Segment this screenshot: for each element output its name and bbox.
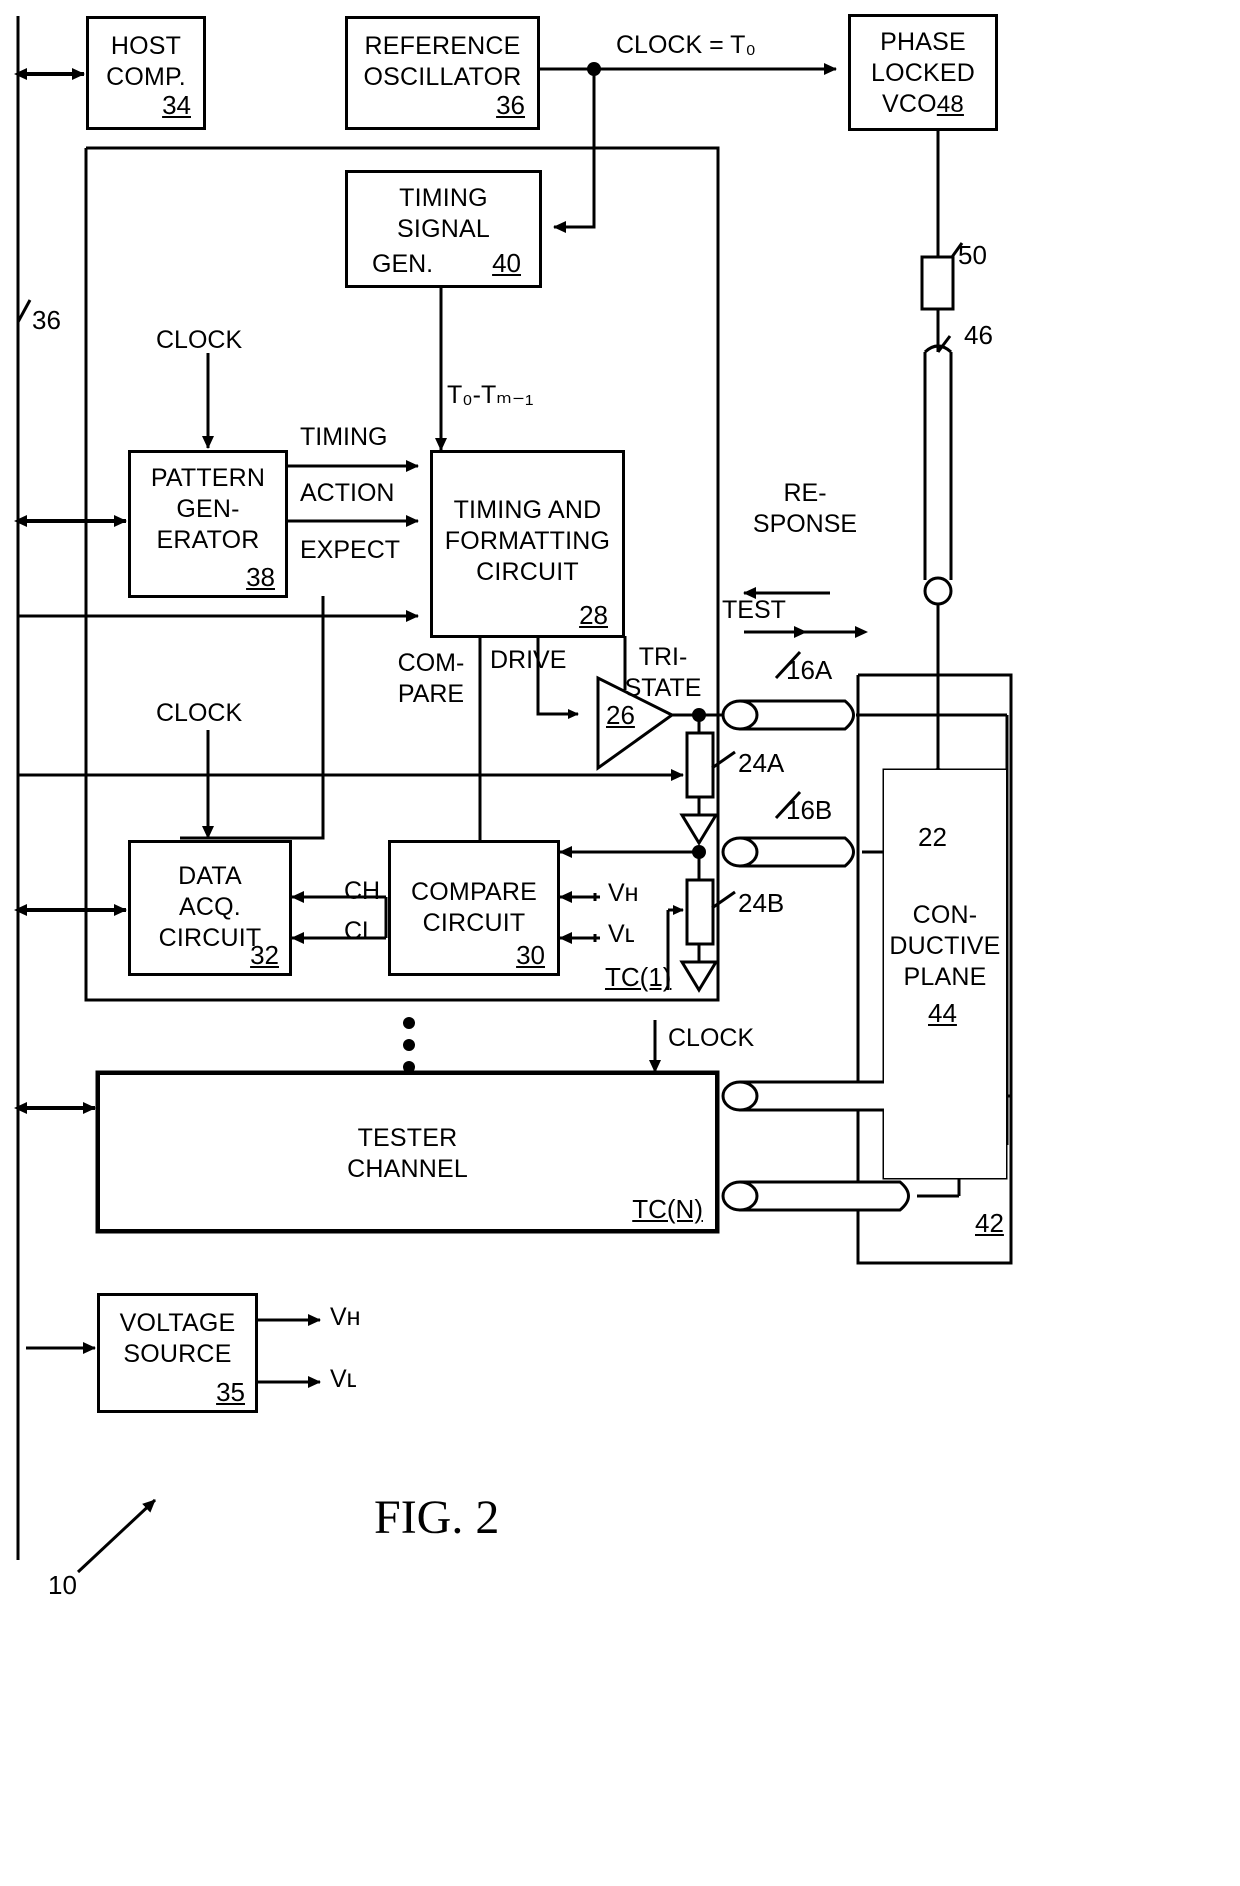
callout-line-16a: 16A	[786, 655, 833, 685]
patgen-line3: ERATOR	[156, 526, 260, 554]
ref-osc-line2: OSCILLATOR	[363, 63, 522, 91]
label-timing: TIMING	[300, 423, 388, 451]
patgen-line1: PATTERN	[150, 464, 266, 492]
label-compare: COM- PARE	[378, 648, 484, 710]
label-compare-line2: PARE	[397, 680, 465, 708]
label-tri-state: TRI- STATE	[608, 642, 718, 704]
label-vl-compare: Vʟ	[608, 920, 635, 948]
tsg-line1: TIMING	[399, 184, 488, 212]
block-timing-formatting-circuit[interactable]: TIMING AND FORMATTING CIRCUIT 28	[430, 450, 625, 638]
label-tristate-line1: TRI-	[638, 643, 688, 671]
condplane-line2: DUCTIVE	[889, 932, 1001, 960]
tsg-line3: GEN.	[372, 250, 434, 278]
block-host-comp[interactable]: HOST COMP. 34	[86, 16, 206, 130]
tfc-line1: TIMING AND	[453, 496, 602, 524]
label-clock-pattern: CLOCK	[156, 326, 243, 354]
pll-ref: 48	[936, 91, 964, 118]
label-compare-line1: COM-	[397, 649, 465, 677]
patent-figure-2: HOST COMP. 34 REFERENCE OSCILLATOR 36 PH…	[0, 0, 1240, 1886]
patgen-ref: 38	[246, 562, 275, 592]
label-action: ACTION	[300, 479, 395, 507]
label-cl: CL	[344, 917, 376, 945]
label-t0-tm1: T₀-Tₘ₋₁	[447, 381, 534, 409]
block-data-acq-circuit[interactable]: DATA ACQ. CIRCUIT 32	[128, 840, 292, 976]
driver-ref: 26	[606, 700, 635, 730]
label-response: RE- SPONSE	[740, 478, 870, 540]
dataacq-ref: 32	[250, 940, 279, 970]
pll-line2: LOCKED	[870, 59, 975, 87]
condplane-ref: 44	[928, 998, 957, 1028]
host-comp-line2: COMP.	[106, 63, 186, 91]
callout-left-bus: 36	[32, 305, 61, 335]
callout-res-24b: 24B	[738, 888, 785, 918]
callout-res-24a: 24A	[738, 748, 785, 778]
testerch-ref: TC(N)	[632, 1194, 703, 1224]
tsg-ref: 40	[492, 248, 521, 278]
vsrc-line2: SOURCE	[123, 1340, 232, 1368]
block-phase-locked-vco[interactable]: PHASE LOCKED VCO48	[848, 14, 998, 131]
tfc-line3: CIRCUIT	[476, 558, 579, 586]
block-compare-circuit[interactable]: COMPARE CIRCUIT 30	[388, 840, 560, 976]
label-response-line2: SPONSE	[752, 510, 858, 538]
label-vh-compare: Vʜ	[608, 879, 639, 907]
pll-line3: VCO	[882, 90, 937, 118]
figure-caption: FIG. 2	[374, 1491, 500, 1544]
vsrc-line1: VOLTAGE	[119, 1309, 236, 1337]
label-tc1: TC(1)	[605, 962, 672, 992]
condplane-line1: CON-	[912, 901, 978, 929]
block-timing-signal-gen[interactable]: TIMING SIGNAL GEN. 40	[345, 170, 542, 288]
block-reference-oscillator[interactable]: REFERENCE OSCILLATOR 36	[345, 16, 540, 130]
testerch-line1: TESTER	[357, 1124, 458, 1152]
callout-line-16b: 16B	[786, 795, 833, 825]
host-comp-line1: HOST	[110, 32, 182, 60]
compare-line1: COMPARE	[411, 878, 537, 906]
block-tester-channel[interactable]: TESTER CHANNEL TC(N)	[97, 1072, 718, 1232]
ref-osc-line1: REFERENCE	[364, 32, 521, 60]
compare-ref: 30	[516, 940, 545, 970]
tsg-line2: SIGNAL	[397, 215, 490, 243]
ref-osc-ref: 36	[496, 90, 525, 120]
label-clock-tcn: CLOCK	[668, 1024, 755, 1052]
label-clock-t0: CLOCK = T₀	[616, 31, 756, 59]
condplane-line3: PLANE	[903, 963, 987, 991]
callout-pin-22: 22	[918, 822, 947, 852]
label-tristate-line2: STATE	[624, 674, 702, 702]
callout-probe-tip-50: 50	[958, 240, 987, 270]
tfc-line2: FORMATTING	[444, 527, 611, 555]
host-comp-ref: 34	[162, 90, 191, 120]
callout-cable-46: 46	[964, 320, 993, 350]
block-voltage-source[interactable]: VOLTAGE SOURCE 35	[97, 1293, 258, 1413]
patgen-line2: GEN-	[176, 495, 240, 523]
label-response-line1: RE-	[783, 479, 827, 507]
label-expect: EXPECT	[300, 536, 401, 564]
label-clock-data-acq: CLOCK	[156, 699, 243, 727]
testerch-line2: CHANNEL	[347, 1155, 468, 1183]
dataacq-line1: DATA	[178, 862, 242, 890]
tfc-ref: 28	[579, 600, 608, 630]
label-vl-out: Vʟ	[330, 1365, 357, 1393]
block-pattern-generator[interactable]: PATTERN GEN- ERATOR 38	[128, 450, 288, 598]
label-test: TEST	[722, 596, 786, 624]
vsrc-ref: 35	[216, 1377, 245, 1407]
callout-dut-42: 42	[975, 1208, 1004, 1238]
pll-line1: PHASE	[880, 28, 966, 56]
label-drive: DRIVE	[490, 646, 567, 674]
figure-system-ref: 10	[48, 1570, 77, 1600]
label-vh-out: Vʜ	[330, 1303, 361, 1331]
dataacq-line2: ACQ.	[179, 893, 241, 921]
compare-line2: CIRCUIT	[422, 909, 526, 937]
label-ch: CH	[344, 877, 381, 905]
